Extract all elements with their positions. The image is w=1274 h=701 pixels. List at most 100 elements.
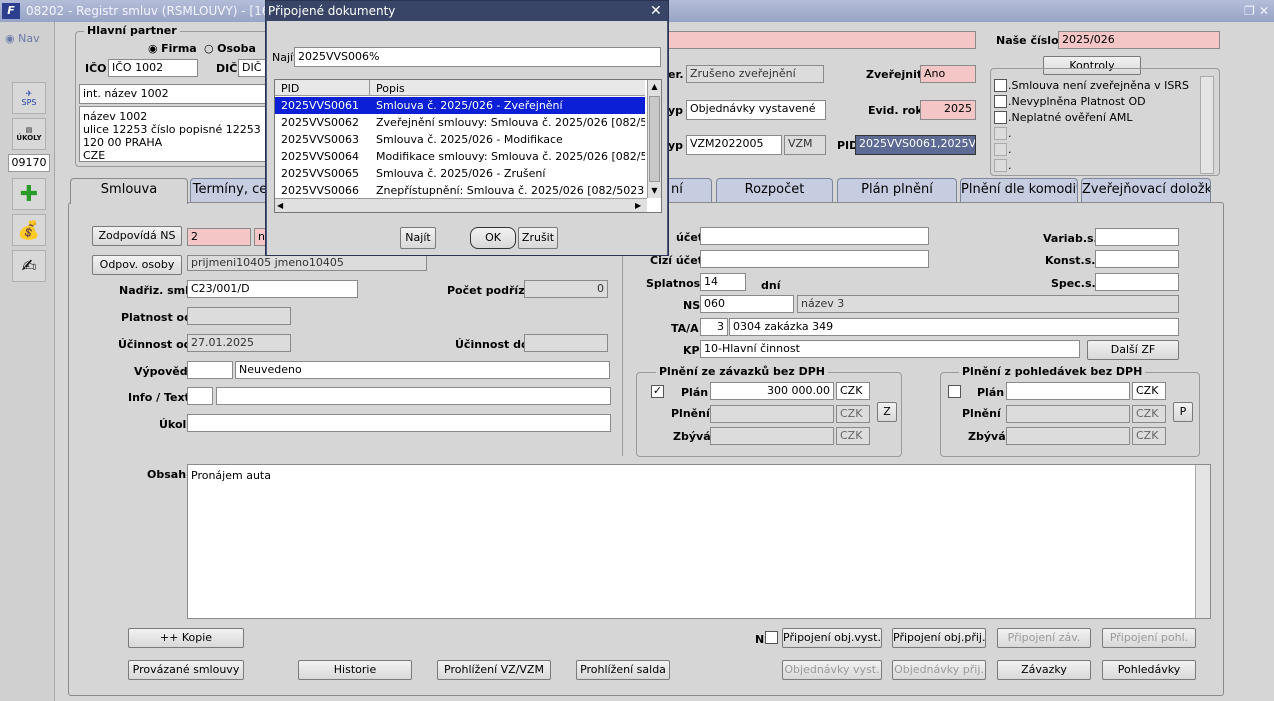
int-name-field[interactable]: int. název 1002 [79, 84, 279, 104]
ico-field[interactable]: IČO 1002 [108, 59, 198, 77]
konst-field[interactable] [1095, 250, 1179, 268]
stav-field: Zrušeno zveřejnění [686, 65, 824, 83]
list-item[interactable]: 2025VVS0066 Znepřístupnění: Smlouva č. 20… [275, 182, 645, 199]
vzm-code-field: VZM [784, 135, 826, 155]
plan-zavazku-currency[interactable]: CZK [836, 382, 870, 400]
taa-name-field[interactable]: 0304 zakázka 349 [729, 318, 1179, 336]
variab-field[interactable] [1095, 228, 1179, 246]
kontrola-checkbox-2[interactable] [994, 95, 1007, 108]
sign-icon[interactable]: ✍ [12, 250, 46, 282]
plneni-zavazku-label: Plnění [671, 407, 710, 420]
col-pid-header[interactable]: PID [281, 82, 299, 95]
vypoved-code-field[interactable] [187, 361, 233, 379]
list-vscrollbar[interactable]: ▲ ▼ [647, 80, 661, 198]
radio-firma[interactable]: ◉ Firma [148, 42, 197, 55]
plan-pohledavek-field[interactable] [1006, 382, 1130, 400]
row-pid: 2025VVS0064 [281, 150, 360, 163]
ucet-field[interactable] [700, 227, 929, 245]
list-item[interactable]: 2025VVS0061 Smlouva č. 2025/026 - Zveřejn… [275, 97, 645, 114]
radio-osoba[interactable]: ○ Osoba [204, 42, 256, 55]
plan-zavazku-checkbox[interactable]: ✓ [651, 385, 664, 398]
evid-rok-field[interactable]: 2025 [920, 100, 976, 120]
dialog-search-field[interactable]: 2025VVS006% [294, 47, 661, 67]
dialog-ok-button[interactable]: OK [470, 227, 516, 249]
plneni-pohledavek-label: Plnění [962, 407, 1001, 420]
sps-icon[interactable]: ✈ SPS [12, 82, 46, 114]
kontrola-checkbox-3[interactable] [994, 111, 1007, 124]
list-item[interactable]: 2025VVS0064 Modifikace smlouvy: Smlouva č… [275, 148, 645, 165]
kontrola-checkbox-1[interactable] [994, 79, 1007, 92]
kontroly-scrollbar[interactable] [1200, 76, 1214, 174]
prohlizeni-salda-button[interactable]: Prohlížení salda [576, 660, 670, 680]
zbyva-zavazku-label: Zbývá [673, 430, 711, 443]
pripojene-dokumenty-dialog: Připojené dokumenty ✕ Najít 2025VVS006% … [265, 0, 669, 256]
n-checkbox[interactable] [765, 631, 778, 644]
close-window-icon[interactable]: ✕ [1259, 0, 1269, 22]
plan-pohledavek-currency[interactable]: CZK [1132, 382, 1166, 400]
dalsi-zf-button[interactable]: Další ZF [1087, 340, 1179, 360]
kopie-button[interactable]: ++ Kopie [128, 628, 244, 648]
pohledavky-button[interactable]: Pohledávky [1102, 660, 1196, 680]
pid-field[interactable]: 2025VVS0061,2025VVS [855, 135, 976, 155]
historie-button[interactable]: Historie [298, 660, 412, 680]
typ-field[interactable]: Objednávky vystavené [686, 100, 826, 120]
vzm-field[interactable]: VZM2022005 [686, 135, 782, 155]
obsah-textarea[interactable]: Pronájem auta [187, 464, 1211, 619]
restore-icon[interactable]: ❐ [1244, 0, 1255, 22]
dialog-close-icon[interactable]: ✕ [650, 1, 662, 21]
list-hscrollbar[interactable]: ◀ ▶ [275, 198, 647, 212]
splatnost-field[interactable]: 14 [700, 273, 746, 291]
taa-code-field[interactable]: 3 [700, 318, 728, 336]
list-item[interactable]: 2025VVS0065 Smlouva č. 2025/026 - Zrušení [275, 165, 645, 182]
p-button[interactable]: P [1173, 402, 1193, 422]
scroll-right-icon[interactable]: ▶ [635, 199, 641, 213]
plan-zavazku-field[interactable]: 300 000.00 [710, 382, 834, 400]
typ2-label: yp [668, 139, 684, 152]
scroll-down-icon[interactable]: ▼ [648, 184, 661, 198]
prohlizeni-vz-button[interactable]: Prohlížení VZ/VZM [437, 660, 551, 680]
zavazky-button[interactable]: Závazky [997, 660, 1091, 680]
row-popis: Smlouva č. 2025/026 - Modifikace [376, 133, 563, 146]
list-item[interactable]: 2025VVS0062 Zveřejnění smlouvy: Smlouva č… [275, 114, 645, 131]
nase-cislo-field[interactable]: 2025/026 [1058, 31, 1220, 49]
nav-toggle[interactable]: ◉ Nav [5, 32, 40, 45]
tab-terminy[interactable]: Termíny, ce [190, 178, 270, 202]
z-button[interactable]: Z [877, 402, 897, 422]
nadriz-field[interactable]: C23/001/D [187, 280, 358, 298]
info-code-field[interactable] [187, 387, 213, 405]
dialog-zrusit-button[interactable]: Zrušit [518, 227, 558, 249]
obsah-scrollbar[interactable] [1195, 465, 1210, 618]
tab-plan-plneni[interactable]: Plán plnění [837, 178, 957, 202]
kontrola-label-3: .Neplatné ověření AML [1008, 111, 1133, 124]
ukoly-icon[interactable]: ▤ ÚKOLY [12, 118, 46, 150]
col-popis-header[interactable]: Popis [376, 82, 405, 95]
plan-pohledavek-checkbox[interactable] [948, 385, 961, 398]
scroll-thumb[interactable] [649, 96, 660, 182]
ukol-field[interactable] [187, 414, 611, 432]
pripojeni-obj-vyst-button[interactable]: Připojení obj.vyst. [782, 628, 882, 648]
kp-field[interactable]: 10-Hlavní činnost [700, 340, 1080, 358]
header-name-field[interactable] [668, 31, 976, 49]
zodpovida-button[interactable]: Zodpovídá NS [92, 226, 182, 246]
spec-field[interactable] [1095, 273, 1179, 291]
tab-plneni-komodit[interactable]: Plnění dle komodit [960, 178, 1078, 202]
dialog-najit-button[interactable]: Najít [400, 227, 436, 249]
tab-rozpocet[interactable]: Rozpočet [716, 178, 833, 202]
vypoved-field[interactable]: Neuvedeno [235, 361, 610, 379]
pripojeni-obj-prij-button[interactable]: Připojení obj.přij. [892, 628, 986, 648]
tab-zverejnovaci[interactable]: Zveřejňovací doložka [1081, 178, 1211, 202]
tab-smlouva[interactable]: Smlouva [70, 178, 188, 204]
obsah-text: Pronájem auta [191, 469, 271, 482]
money-bag-icon[interactable]: 💰 [12, 214, 46, 246]
zverejnit-field[interactable]: Ano [920, 65, 976, 83]
scroll-up-icon[interactable]: ▲ [648, 80, 661, 94]
odpov-osoby-button[interactable]: Odpov. osoby [92, 255, 182, 275]
scroll-left-icon[interactable]: ◀ [277, 199, 283, 213]
ns-code-field[interactable]: 060 [700, 295, 794, 313]
add-icon[interactable]: ✚ [12, 178, 46, 210]
cizi-ucet-field[interactable] [700, 250, 929, 268]
info-field[interactable] [216, 387, 611, 405]
zodpovida-field[interactable]: 2 [187, 228, 251, 246]
list-item[interactable]: 2025VVS0063 Smlouva č. 2025/026 - Modifik… [275, 131, 645, 148]
provazane-smlouvy-button[interactable]: Provázané smlouvy [128, 660, 244, 680]
